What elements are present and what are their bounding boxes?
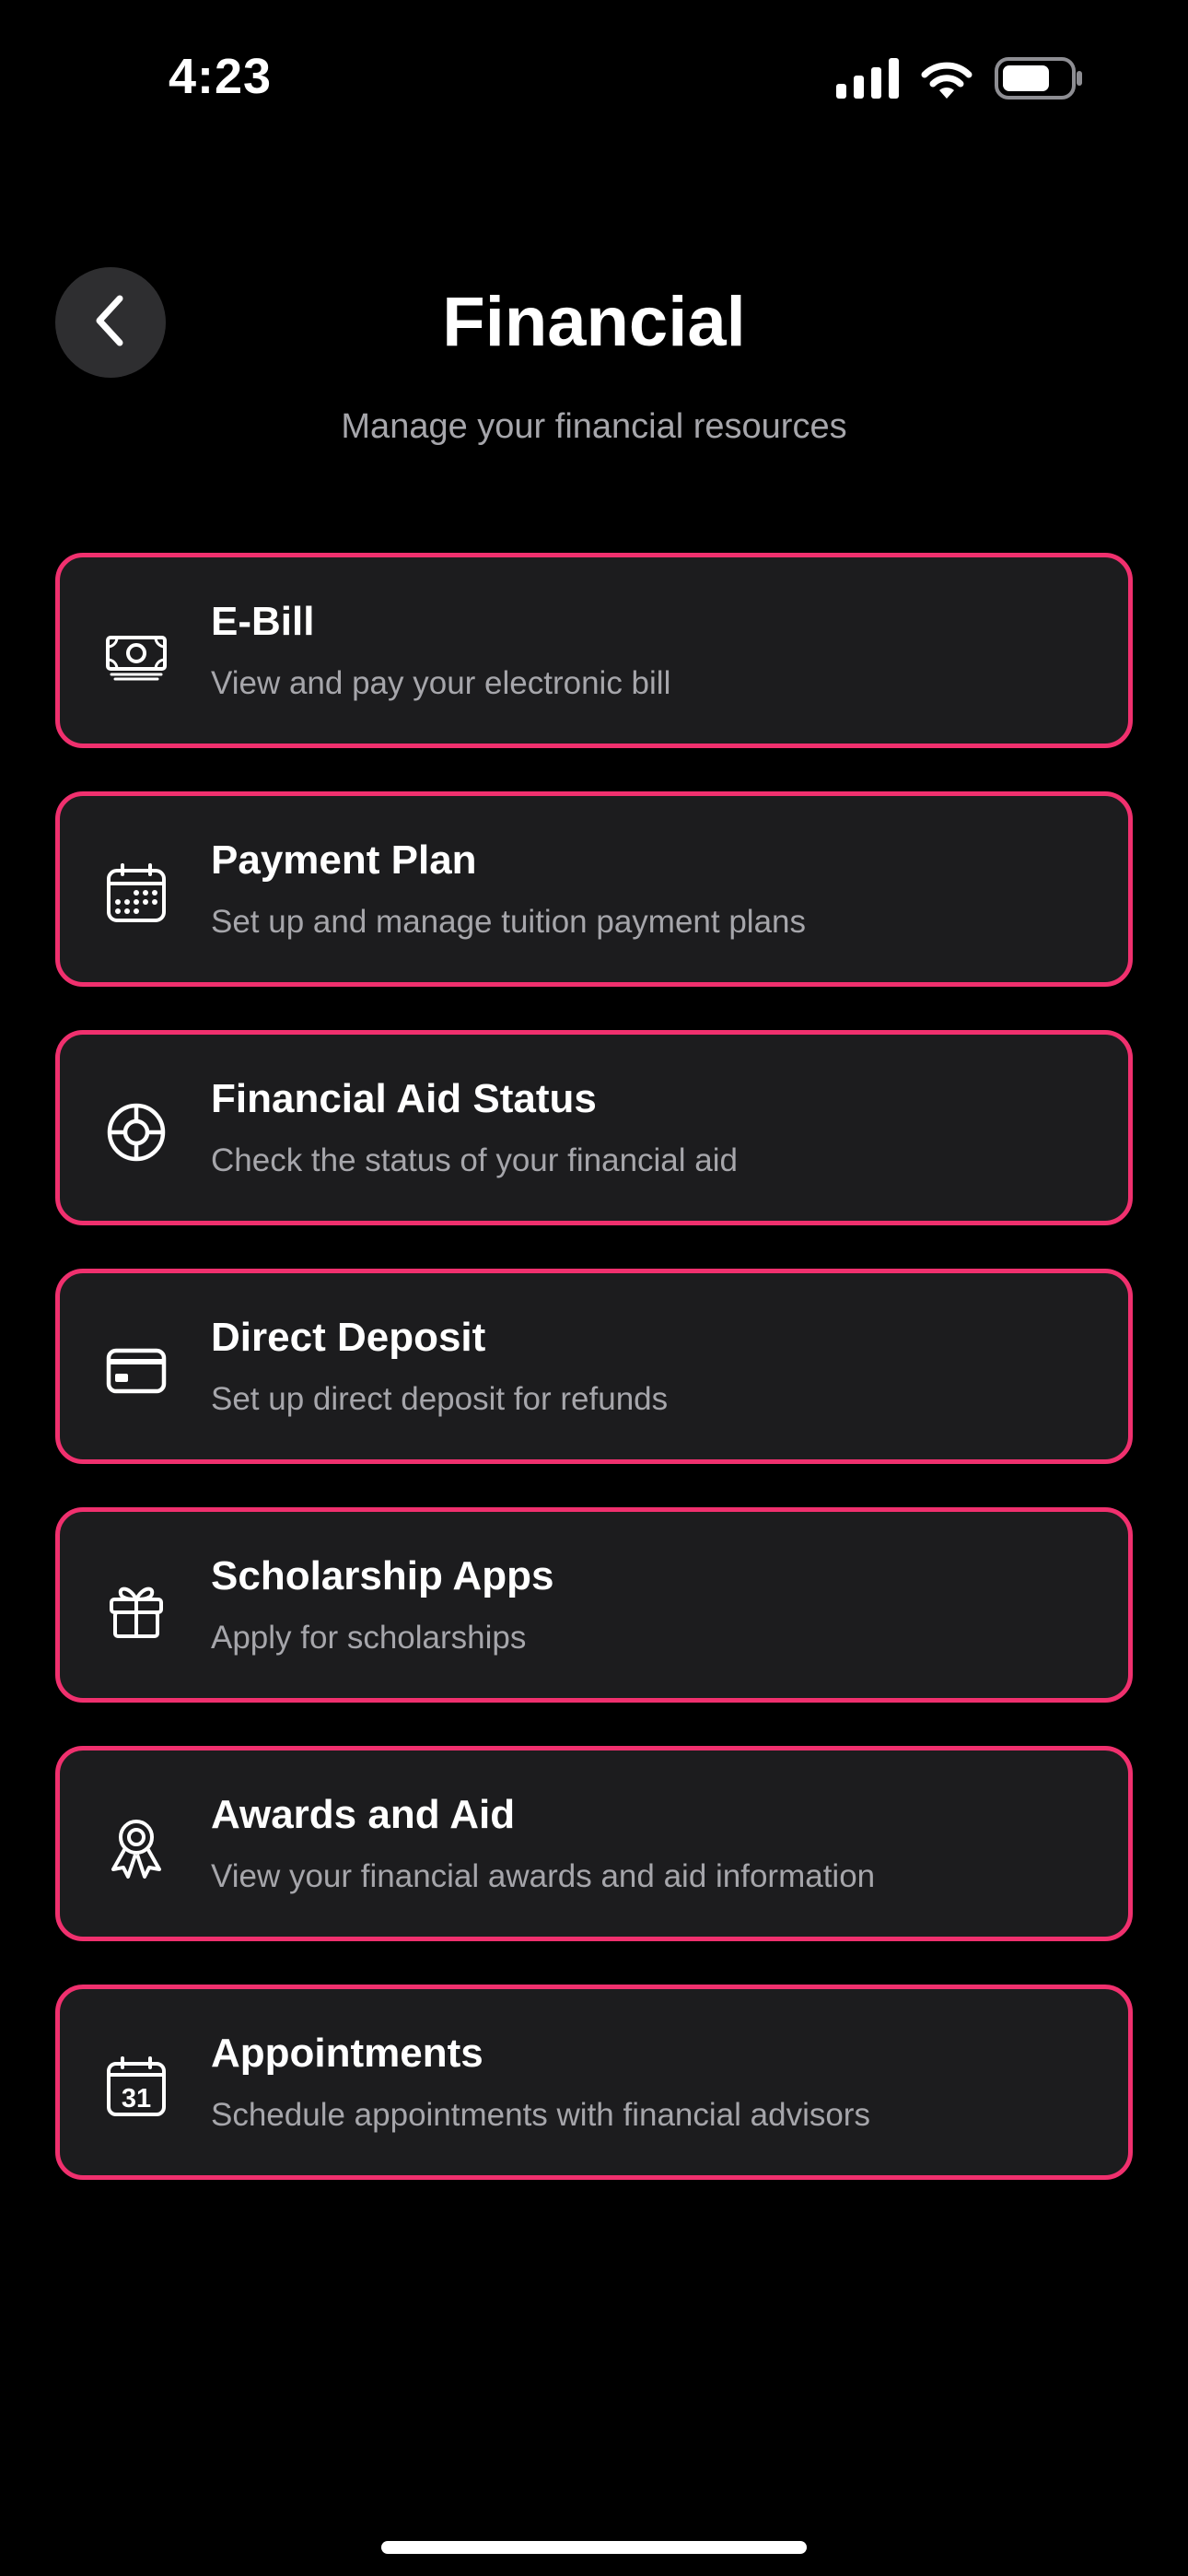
menu-item-direct-deposit[interactable]: Direct Deposit Set up direct deposit for… xyxy=(55,1269,1133,1464)
menu-item-e-bill[interactable]: E-Bill View and pay your electronic bill xyxy=(55,553,1133,748)
calendar-31-icon: 31 xyxy=(104,2055,169,2119)
menu-item-title: Financial Aid Status xyxy=(211,1076,597,1121)
lifebuoy-icon xyxy=(104,1100,169,1165)
menu-item-title: Awards and Aid xyxy=(211,1792,516,1837)
banknote-icon xyxy=(104,623,169,687)
page-title: Financial xyxy=(442,283,746,361)
menu-item-description: Set up and manage tuition payment plans xyxy=(211,904,806,940)
menu-item-description: View and pay your electronic bill xyxy=(211,665,671,701)
financial-menu-list: E-Bill View and pay your electronic bill… xyxy=(55,553,1133,2223)
menu-item-title: Payment Plan xyxy=(211,837,477,883)
credit-card-icon xyxy=(104,1339,169,1403)
menu-item-awards-and-aid[interactable]: Awards and Aid View your financial award… xyxy=(55,1746,1133,1941)
menu-item-scholarship-apps[interactable]: Scholarship Apps Apply for scholarships xyxy=(55,1507,1133,1703)
menu-item-description: Set up direct deposit for refunds xyxy=(211,1381,669,1417)
menu-item-description: Schedule appointments with financial adv… xyxy=(211,2097,870,2133)
menu-item-title: Appointments xyxy=(211,2031,483,2076)
gift-icon xyxy=(104,1577,169,1642)
status-bar: 4:23 xyxy=(0,0,1188,157)
calendar-icon xyxy=(104,861,169,926)
wifi-icon xyxy=(919,58,974,103)
calendar-icon-day: 31 xyxy=(122,2084,151,2113)
home-indicator[interactable] xyxy=(381,2541,807,2554)
menu-item-description: Apply for scholarships xyxy=(211,1620,527,1656)
status-icons xyxy=(836,57,1083,104)
menu-item-description: Check the status of your financial aid xyxy=(211,1142,738,1178)
award-ribbon-icon xyxy=(104,1816,169,1880)
menu-item-financial-aid-status[interactable]: Financial Aid Status Check the status of… xyxy=(55,1030,1133,1225)
status-time: 4:23 xyxy=(169,49,273,104)
menu-item-payment-plan[interactable]: Payment Plan Set up and manage tuition p… xyxy=(55,791,1133,987)
menu-item-description: View your financial awards and aid infor… xyxy=(211,1858,876,1894)
menu-item-appointments[interactable]: 31 Appointments Schedule appointments wi… xyxy=(55,1985,1133,2180)
menu-item-title: Direct Deposit xyxy=(211,1315,486,1360)
page-subtitle: Manage your financial resources xyxy=(341,407,847,446)
cellular-signal-icon xyxy=(836,58,899,103)
menu-item-title: Scholarship Apps xyxy=(211,1553,554,1598)
menu-item-title: E-Bill xyxy=(211,599,315,644)
battery-icon xyxy=(995,57,1083,104)
